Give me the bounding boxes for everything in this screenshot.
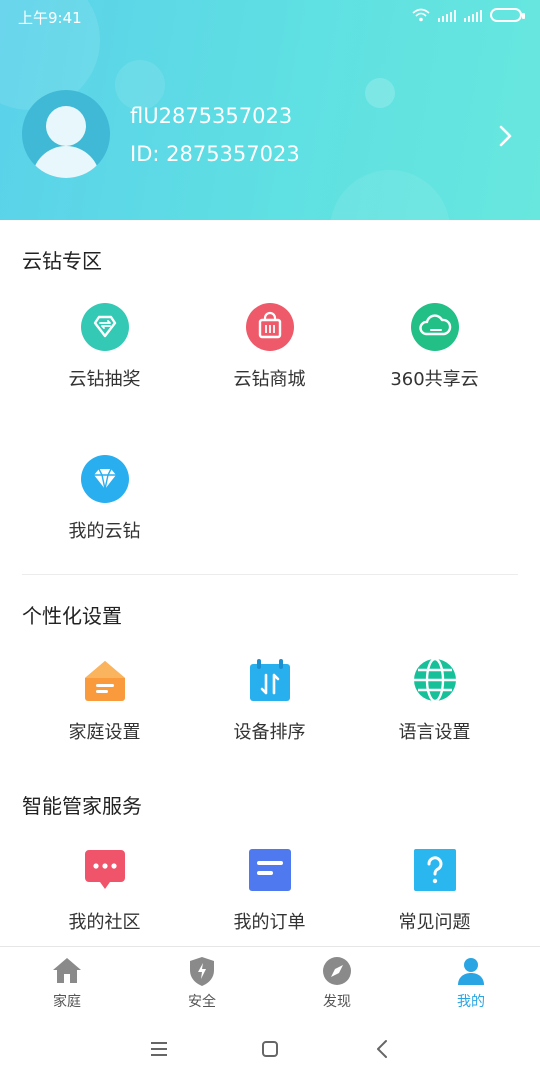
back-icon[interactable] (369, 1036, 397, 1062)
wifi-icon (412, 8, 430, 22)
grid-item-device-sort[interactable]: 设备排序 (187, 656, 352, 766)
grid-item-label: 云钻商城 (233, 369, 306, 390)
shopping-bag-icon (245, 303, 294, 351)
cloud-icon (410, 303, 459, 351)
grid-item-my-cloud-drill[interactable]: 我的云钻 (22, 455, 187, 565)
section-divider (22, 574, 518, 575)
status-time: 上午9:41 (18, 9, 82, 27)
section-title-smart-butler: 智能管家服务 (22, 794, 142, 818)
lottery-icon (80, 303, 129, 351)
profile-header: 上午9:41 flU2875357023 ID: 2875357023 (0, 0, 540, 220)
grid-item-label: 设备排序 (233, 722, 306, 743)
tab-discover[interactable]: 发现 (287, 955, 387, 1011)
grid-item-label: 360共享云 (390, 369, 479, 390)
grid-item-home-settings[interactable]: 家庭设置 (22, 656, 187, 766)
grid-item-label: 常见问题 (398, 912, 471, 933)
home-icon (53, 958, 81, 983)
menu-icon[interactable] (145, 1036, 173, 1062)
signal-icon (438, 8, 456, 22)
tab-label: 家庭 (53, 994, 81, 1010)
grid-item-language-settings[interactable]: 语言设置 (352, 656, 517, 766)
diamond-icon (80, 455, 129, 503)
sort-icon (249, 659, 290, 701)
tab-home[interactable]: 家庭 (17, 955, 117, 1011)
section-title-cloud-drill: 云钻专区 (22, 249, 102, 273)
grid-item-my-community[interactable]: 我的社区 (22, 846, 187, 956)
grid-item-label: 家庭设置 (68, 722, 141, 743)
chevron-right-icon[interactable] (498, 124, 514, 148)
grid-item-cloud-drill-mall[interactable]: 云钻商城 (187, 303, 352, 413)
grid-item-label: 我的订单 (233, 912, 306, 933)
tab-mine[interactable]: 我的 (421, 955, 521, 1011)
user-id: ID: 2875357023 (130, 142, 300, 166)
grid-item-cloud-drill-lottery[interactable]: 云钻抽奖 (22, 303, 187, 413)
question-icon (413, 849, 456, 891)
grid-item-label: 我的云钻 (68, 521, 141, 542)
bottom-tab-bar: 家庭 安全 发现 我的 (0, 946, 540, 1020)
signal-icon (464, 8, 482, 22)
grid-item-label: 我的社区 (68, 912, 141, 933)
section-title-personalize: 个性化设置 (22, 604, 122, 628)
status-bar: 上午9:41 (0, 0, 540, 34)
grid-item-faq[interactable]: 常见问题 (352, 846, 517, 956)
tab-label: 我的 (457, 994, 485, 1010)
person-icon (458, 958, 484, 985)
chat-bubble-icon (84, 850, 125, 889)
grid-item-360-shared-cloud[interactable]: 360共享云 (352, 303, 517, 413)
tab-label: 发现 (323, 994, 351, 1010)
home-button-icon[interactable] (256, 1036, 284, 1062)
grid-item-label: 语言设置 (398, 722, 471, 743)
user-name: flU2875357023 (130, 104, 293, 128)
system-nav-bar (0, 1020, 540, 1080)
globe-icon (413, 657, 456, 703)
avatar[interactable] (22, 90, 110, 178)
home-settings-icon (84, 661, 125, 701)
battery-icon (490, 8, 525, 22)
order-icon (248, 849, 291, 891)
compass-icon (323, 957, 351, 985)
grid-item-label: 云钻抽奖 (68, 369, 141, 390)
shield-icon (190, 957, 214, 986)
grid-item-my-orders[interactable]: 我的订单 (187, 846, 352, 956)
tab-label: 安全 (188, 994, 216, 1010)
tab-security[interactable]: 安全 (152, 955, 252, 1011)
